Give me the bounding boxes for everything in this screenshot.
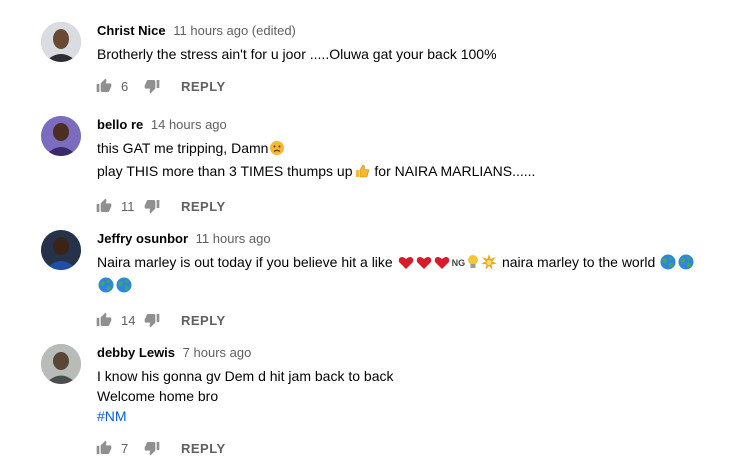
thumb-up-icon[interactable] — [95, 439, 113, 457]
comment-text-line: play THIS more than 3 TIMES thumps up fo… — [97, 161, 731, 184]
light-bulb-icon — [467, 254, 479, 275]
hashtag-link[interactable]: #NM — [97, 406, 731, 426]
like-count: 11 — [121, 198, 135, 214]
thumb-up-icon[interactable] — [95, 77, 113, 95]
globe-icon — [98, 277, 114, 298]
like-count: 14 — [121, 312, 136, 328]
comment-text-segment: play THIS more than 3 TIMES thumps up — [97, 163, 353, 179]
avatar[interactable] — [41, 22, 81, 62]
comment-text-segment: for NAIRA MARLIANS...... — [370, 163, 536, 179]
comment-text: I know his gonna gv Dem d hit jam back t… — [97, 366, 731, 426]
comment-text-line: Naira marley is out today if you believe… — [97, 252, 731, 275]
comment-author[interactable]: bello re — [97, 117, 143, 132]
comment-actions: 7 REPLY — [95, 432, 731, 464]
comment-text: Naira marley is out today if you believe… — [97, 252, 731, 298]
comment-text: this GAT me tripping, Damn play THIS mor… — [97, 138, 731, 184]
comment-text-segment: naira marley to the world — [498, 254, 656, 270]
comment-actions: 11 REPLY — [95, 190, 731, 222]
thumb-down-icon[interactable] — [143, 77, 161, 95]
comment-text-line: I know his gonna gv Dem d hit jam back t… — [97, 368, 394, 384]
avatar[interactable] — [41, 344, 81, 384]
red-heart-icon — [434, 255, 450, 275]
comment-author[interactable]: debby Lewis — [97, 345, 175, 360]
globe-icon — [660, 254, 676, 275]
comment-text-line: this GAT me tripping, Damn — [97, 138, 731, 161]
avatar[interactable] — [41, 116, 81, 156]
comment-text-line: Welcome home bro — [97, 388, 219, 404]
comment-actions: 6 REPLY — [95, 70, 731, 102]
comment-text: Brotherly the stress ain't for u joor ..… — [97, 44, 731, 64]
flag-label: NG — [451, 258, 466, 268]
comment-header: debby Lewis 7 hours ago — [97, 344, 731, 362]
comment-text-segment: this GAT me tripping, Damn — [97, 140, 269, 156]
reply-button[interactable]: REPLY — [181, 441, 226, 456]
thumb-down-icon[interactable] — [143, 197, 161, 215]
comment-header: Jeffry osunbor 11 hours ago — [97, 230, 731, 248]
globe-icon — [116, 277, 132, 298]
collision-icon — [481, 254, 498, 275]
comment-time[interactable]: 11 hours ago (edited) — [173, 23, 296, 38]
comment-author[interactable]: Christ Nice — [97, 23, 166, 38]
comment-author[interactable]: Jeffry osunbor — [97, 231, 188, 246]
reply-button[interactable]: REPLY — [181, 79, 226, 94]
thumb-up-icon[interactable] — [95, 311, 113, 329]
comment-text-line: Brotherly the stress ain't for u joor ..… — [97, 46, 497, 62]
red-heart-icon — [416, 255, 432, 275]
frowning-face-icon — [269, 140, 285, 161]
like-count: 7 — [121, 440, 129, 456]
thumb-down-icon[interactable] — [143, 311, 161, 329]
comment-time[interactable]: 7 hours ago — [183, 345, 252, 360]
comment-text-line — [97, 275, 731, 298]
thumb-up-icon[interactable] — [95, 197, 113, 215]
comment-header: bello re 14 hours ago — [97, 116, 731, 134]
red-heart-icon — [398, 255, 414, 275]
comment-time[interactable]: 14 hours ago — [151, 117, 227, 132]
comment-actions: 14 REPLY — [95, 304, 731, 336]
comment-header: Christ Nice 11 hours ago (edited) — [97, 22, 731, 40]
reply-button[interactable]: REPLY — [181, 199, 226, 214]
avatar[interactable] — [41, 230, 81, 270]
thumb-down-icon[interactable] — [143, 439, 161, 457]
globe-icon — [678, 254, 694, 275]
comment-text-segment: Naira marley is out today if you believe… — [97, 254, 393, 270]
thumbs-up-icon — [354, 163, 370, 184]
reply-button[interactable]: REPLY — [181, 313, 226, 328]
like-count: 6 — [121, 78, 129, 94]
comment-time[interactable]: 11 hours ago — [196, 231, 271, 246]
